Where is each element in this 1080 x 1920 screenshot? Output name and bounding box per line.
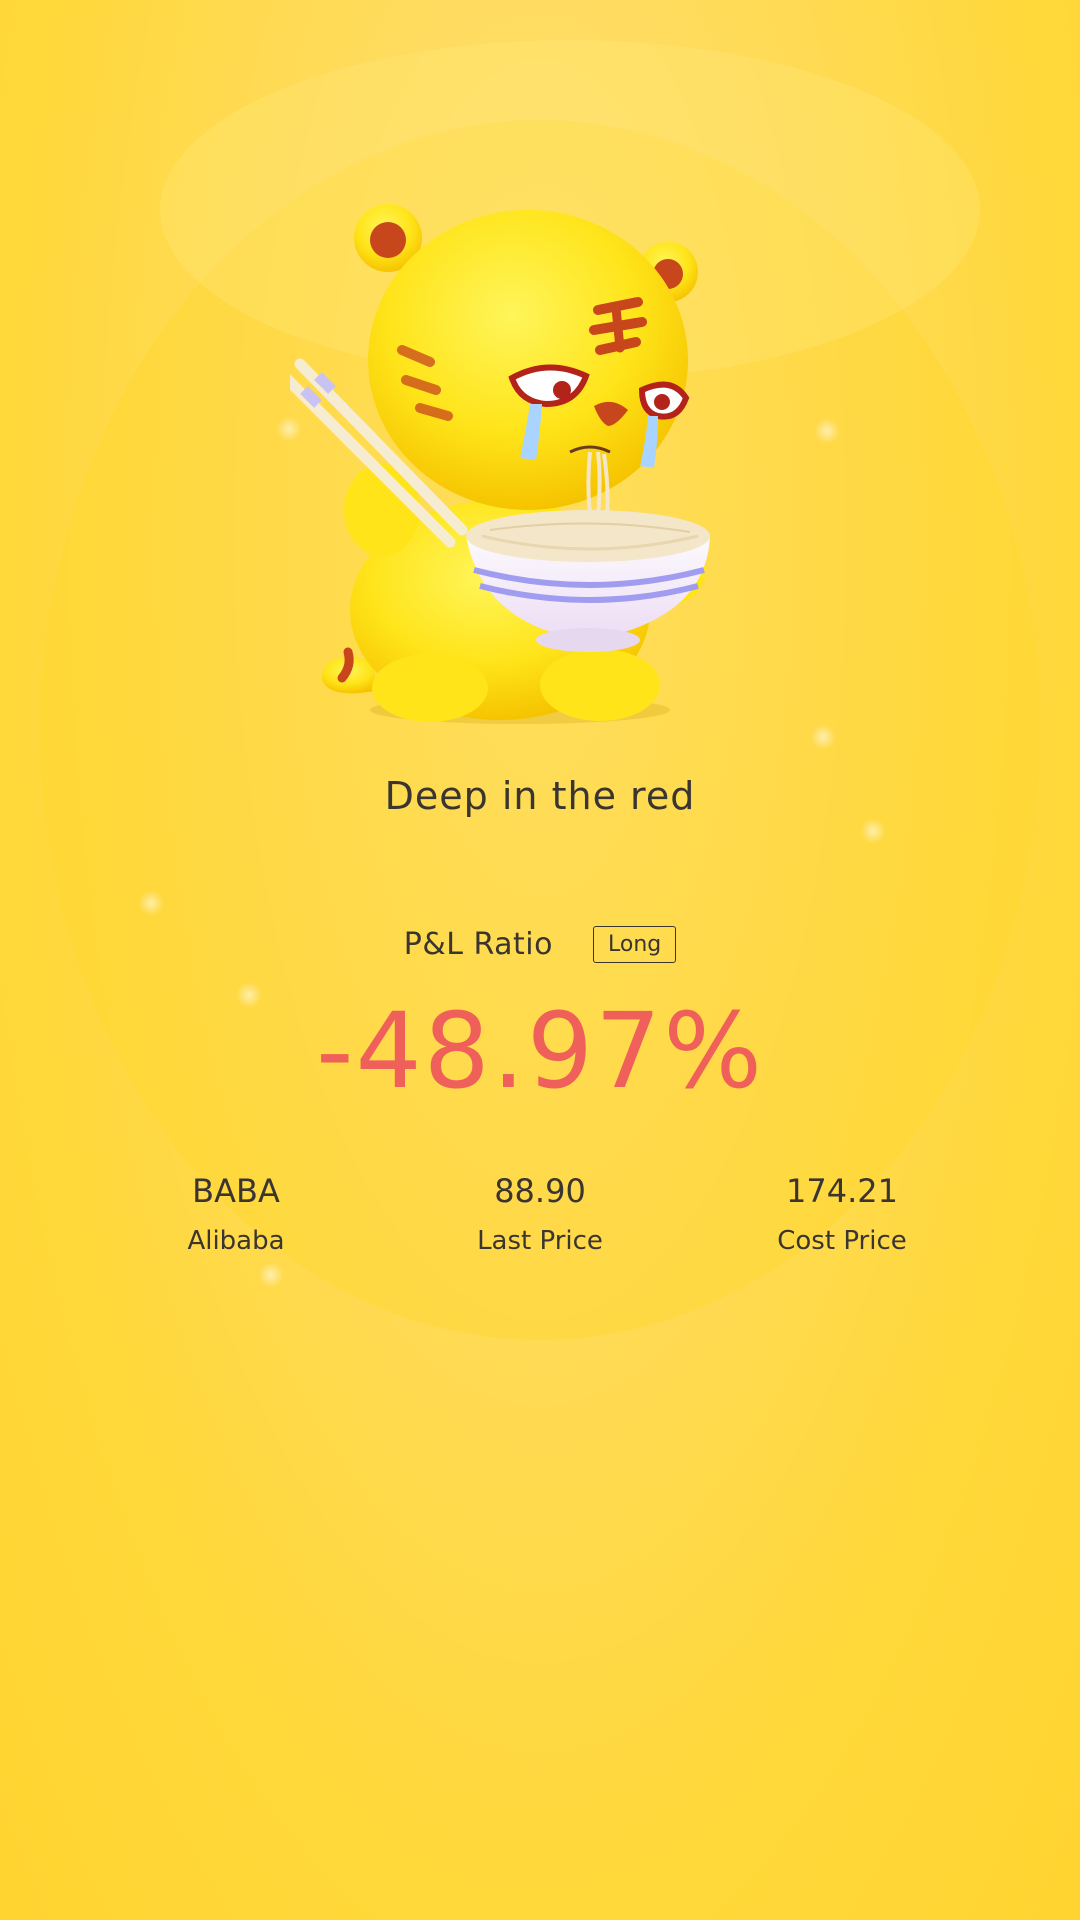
stat-cost-price: 174.21 Cost Price [712, 1168, 972, 1256]
pnl-share-screen: Deep in the red P&L Ratio Long -48.97% B… [0, 0, 1080, 1920]
position-type-badge: Long [593, 926, 677, 963]
sparkle [814, 418, 840, 444]
pnl-ratio-value: -48.97% [315, 990, 765, 1112]
stock-name: Alibaba [187, 1226, 285, 1256]
pnl-ratio-header: P&L Ratio Long [0, 926, 1080, 963]
stock-symbol: BABA [192, 1172, 280, 1210]
last-price-value: 88.90 [494, 1172, 586, 1210]
sparkle [810, 724, 836, 750]
stat-last-price: 88.90 Last Price [410, 1168, 670, 1256]
sparkle [860, 818, 886, 844]
pnl-ratio-label: P&L Ratio [403, 927, 553, 962]
crying-tiger-mascot [290, 204, 710, 724]
result-title: Deep in the red [384, 774, 696, 818]
sparkle [138, 890, 164, 916]
stat-symbol: BABA Alibaba [106, 1168, 366, 1256]
cost-price-label: Cost Price [777, 1226, 907, 1256]
last-price-label: Last Price [477, 1226, 603, 1256]
position-stats: BABA Alibaba 88.90 Last Price 174.21 Cos… [0, 1168, 1080, 1278]
cost-price-value: 174.21 [786, 1172, 898, 1210]
